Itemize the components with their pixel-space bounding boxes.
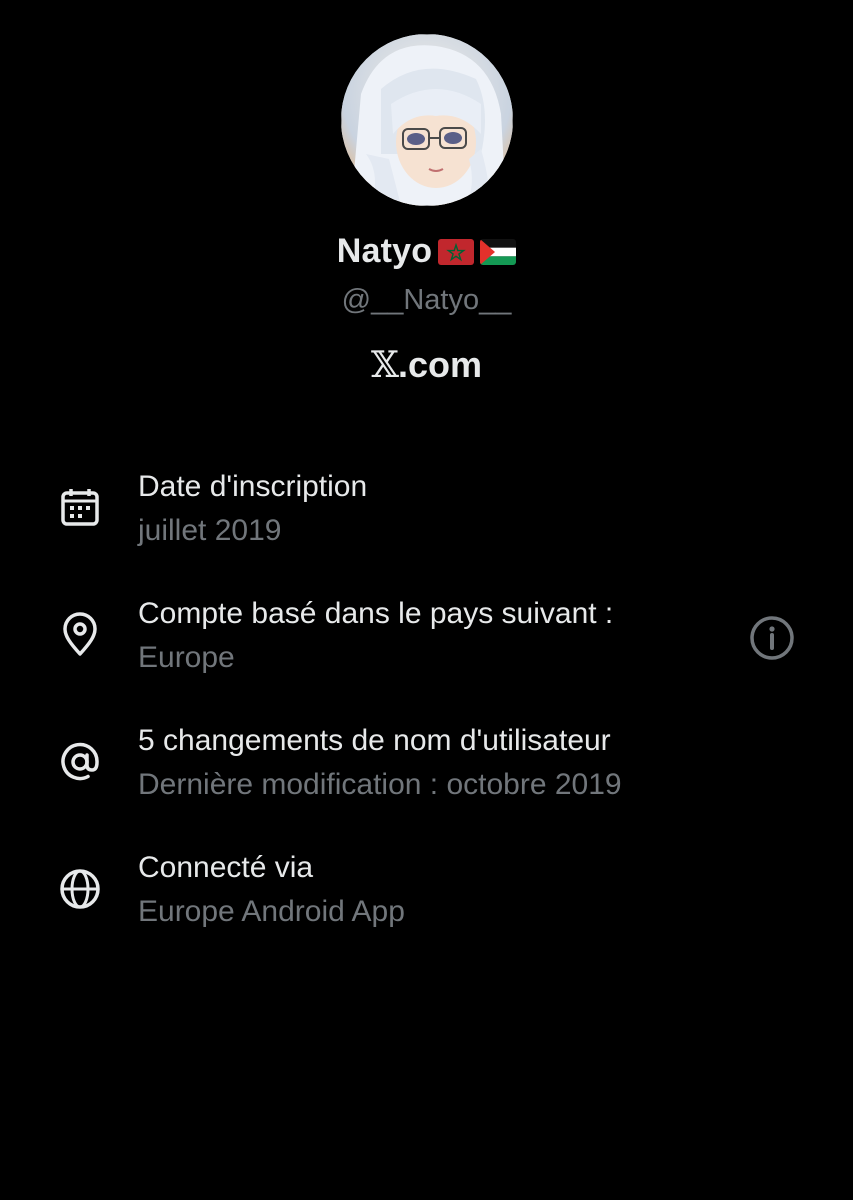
palestine-flag-icon <box>480 238 517 265</box>
info-row-username-changes: 5 changements de nom d'utilisateur Derni… <box>0 724 853 834</box>
info-row-join-date: Date d'inscription juillet 2019 <box>0 470 853 580</box>
site-domain: .com <box>397 344 482 385</box>
account-country-value: Europe <box>138 641 235 674</box>
join-date-value: juillet 2019 <box>138 514 282 547</box>
avatar[interactable] <box>341 34 513 206</box>
username-changes-title: 5 changements de nom d'utilisateur <box>138 724 611 757</box>
at-sign-icon <box>56 738 104 786</box>
morocco-flag-icon <box>438 238 475 265</box>
account-country-title: Compte basé dans le pays suivant : <box>138 597 614 630</box>
location-pin-icon <box>56 611 104 659</box>
calendar-icon <box>56 484 104 532</box>
username-changes-value: Dernière modification : octobre 2019 <box>138 768 622 801</box>
info-row-account-country: Compte basé dans le pays suivant : Europ… <box>0 597 853 707</box>
info-row-connected-via: Connecté via Europe Android App <box>0 851 853 961</box>
info-icon[interactable] <box>748 614 796 662</box>
connected-via-title: Connecté via <box>138 851 314 884</box>
join-date-title: Date d'inscription <box>138 470 368 503</box>
site-link[interactable]: 𝕏.com <box>0 344 853 386</box>
username-handle: @__Natyo__ <box>341 284 512 316</box>
display-name-row: Natyo <box>0 232 853 271</box>
x-logo-icon: 𝕏 <box>371 345 399 386</box>
connected-via-value: Europe Android App <box>138 895 405 928</box>
display-name: Natyo <box>336 232 433 270</box>
globe-icon <box>56 865 104 913</box>
